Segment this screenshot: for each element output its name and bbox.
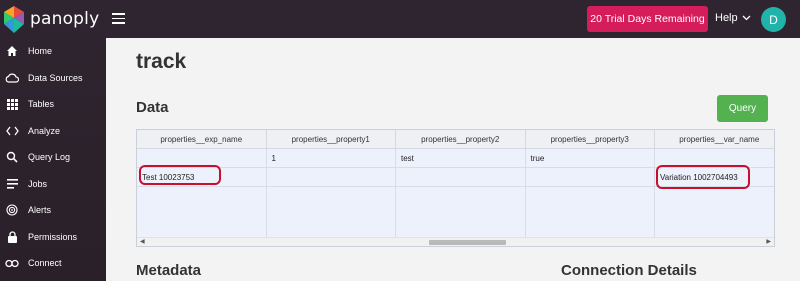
table-cell[interactable] <box>267 168 396 186</box>
panoply-logo-icon <box>4 5 24 33</box>
sidebar-item-label: Data Sources <box>28 72 83 83</box>
table-header: properties__exp_name properties__propert… <box>137 130 774 149</box>
query-button[interactable]: Query <box>717 95 768 122</box>
help-menu[interactable]: Help <box>715 12 751 24</box>
empty-cell <box>526 187 655 243</box>
sidebar-item-data-sources[interactable]: Data Sources <box>0 65 106 92</box>
scrollbar-thumb[interactable] <box>429 240 506 245</box>
highlight-annotation <box>139 165 221 185</box>
help-label: Help <box>715 12 738 24</box>
sidebar-item-connect[interactable]: Connect <box>0 250 106 277</box>
table-cell[interactable]: true <box>526 149 655 167</box>
avatar[interactable]: D <box>761 7 786 32</box>
chevron-down-icon <box>742 15 751 21</box>
sidebar-item-label: Alerts <box>28 205 52 216</box>
sidebar-nav: Home Data Sources Tables Analyze Query L… <box>0 38 106 277</box>
column-header[interactable]: properties__property3 <box>526 130 655 148</box>
page-title: track <box>136 50 187 73</box>
highlight-annotation <box>656 165 750 189</box>
column-header[interactable]: properties__property1 <box>267 130 396 148</box>
sidebar-item-jobs[interactable]: Jobs <box>0 171 106 198</box>
sidebar-item-analyze[interactable]: Analyze <box>0 118 106 145</box>
sidebar-item-tables[interactable]: Tables <box>0 91 106 118</box>
sidebar-item-label: Permissions <box>28 231 78 242</box>
list-icon <box>5 177 19 191</box>
column-header[interactable]: properties__var_name <box>655 130 774 148</box>
column-header[interactable]: properties__property2 <box>396 130 526 148</box>
sidebar-item-label: Analyze <box>28 125 61 136</box>
sidebar-item-home[interactable]: Home <box>0 38 106 65</box>
lock-icon <box>5 230 19 244</box>
code-icon <box>5 124 19 138</box>
brand-name: panoply <box>30 9 100 29</box>
horizontal-scrollbar[interactable]: ◀ ▶ <box>137 237 774 246</box>
sidebar-item-alerts[interactable]: Alerts <box>0 197 106 224</box>
data-section-title: Data <box>136 99 169 116</box>
cloud-icon <box>5 71 19 85</box>
search-icon <box>5 150 19 164</box>
brand[interactable]: panoply <box>4 4 99 34</box>
metadata-section-title: Metadata <box>136 262 202 279</box>
sidebar: panoply Home Data Sources Tables Analyze… <box>0 0 106 281</box>
link-icon <box>5 256 19 270</box>
table-cell[interactable] <box>396 168 526 186</box>
empty-cell <box>655 187 774 243</box>
top-bar: 20 Trial Days Remaining Help D <box>106 0 800 38</box>
sidebar-item-label: Query Log <box>28 152 71 163</box>
empty-cell <box>396 187 526 243</box>
sidebar-item-label: Tables <box>28 99 55 110</box>
connection-details-title: Connection Details <box>561 262 697 279</box>
menu-toggle-icon[interactable] <box>112 13 125 24</box>
home-icon <box>5 44 19 58</box>
radar-icon <box>5 203 19 217</box>
table-empty-area <box>137 187 774 243</box>
trial-days-button[interactable]: 20 Trial Days Remaining <box>587 6 708 32</box>
table-cell[interactable] <box>526 168 655 186</box>
scroll-left-icon[interactable]: ◀ <box>140 238 145 246</box>
sidebar-item-permissions[interactable]: Permissions <box>0 224 106 251</box>
column-header[interactable]: properties__exp_name <box>137 130 267 148</box>
sidebar-item-query-log[interactable]: Query Log <box>0 144 106 171</box>
empty-cell <box>267 187 396 243</box>
sidebar-item-label: Home <box>28 46 53 57</box>
table-cell[interactable]: test <box>396 149 526 167</box>
scroll-right-icon[interactable]: ▶ <box>766 238 771 246</box>
sidebar-item-label: Jobs <box>28 178 48 189</box>
table-cell[interactable]: 1 <box>267 149 396 167</box>
grid-icon <box>5 97 19 111</box>
sidebar-item-label: Connect <box>28 258 62 269</box>
empty-cell <box>137 187 267 243</box>
